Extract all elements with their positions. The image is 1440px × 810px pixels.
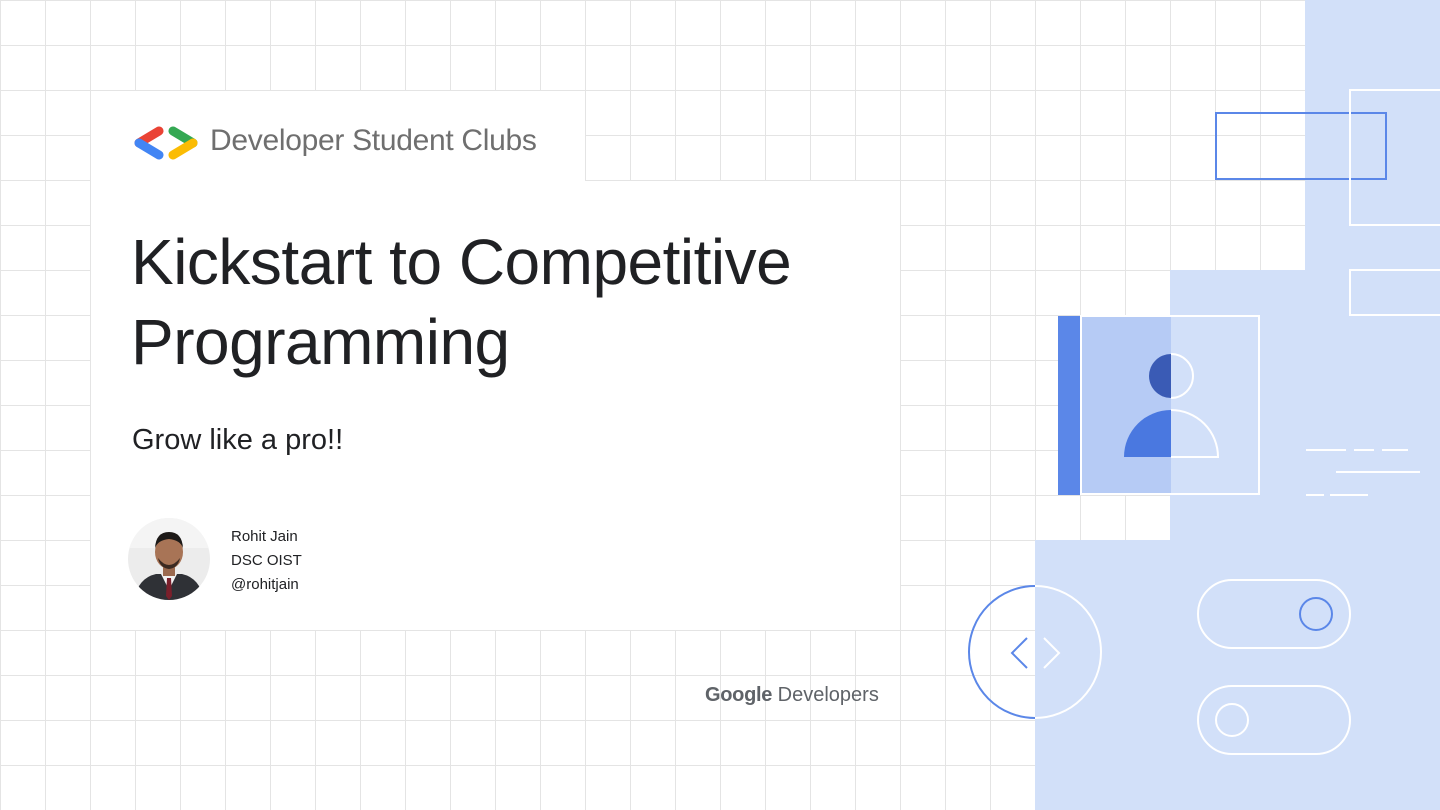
google-developers-logo: Google Developers — [705, 684, 879, 707]
card-fill — [1081, 316, 1171, 495]
slide-title: Kickstart to Competitive Programming — [131, 222, 891, 382]
chevron-left-icon — [1010, 637, 1028, 669]
developers-wordmark: Developers — [777, 684, 879, 706]
slide-title-line-1: Kickstart to Competitive — [131, 226, 792, 298]
google-wordmark: Google — [705, 684, 773, 706]
dsc-brackets-logo-icon — [134, 126, 198, 160]
slide-title-line-2: Programming — [131, 306, 510, 378]
brand-name: Developer Student Clubs — [210, 124, 537, 157]
author-avatar — [128, 518, 210, 600]
panel-middle-right — [1170, 270, 1440, 540]
panel-top-right — [1305, 0, 1440, 270]
code-circle-left — [968, 585, 1036, 719]
author-handle: @rohitjain — [231, 576, 299, 593]
author-name: Rohit Jain — [231, 528, 298, 545]
slide-subtitle: Grow like a pro!! — [132, 424, 344, 456]
author-club: DSC OIST — [231, 552, 302, 569]
card-stripe — [1058, 316, 1081, 495]
decorative-illustration — [968, 0, 1440, 810]
